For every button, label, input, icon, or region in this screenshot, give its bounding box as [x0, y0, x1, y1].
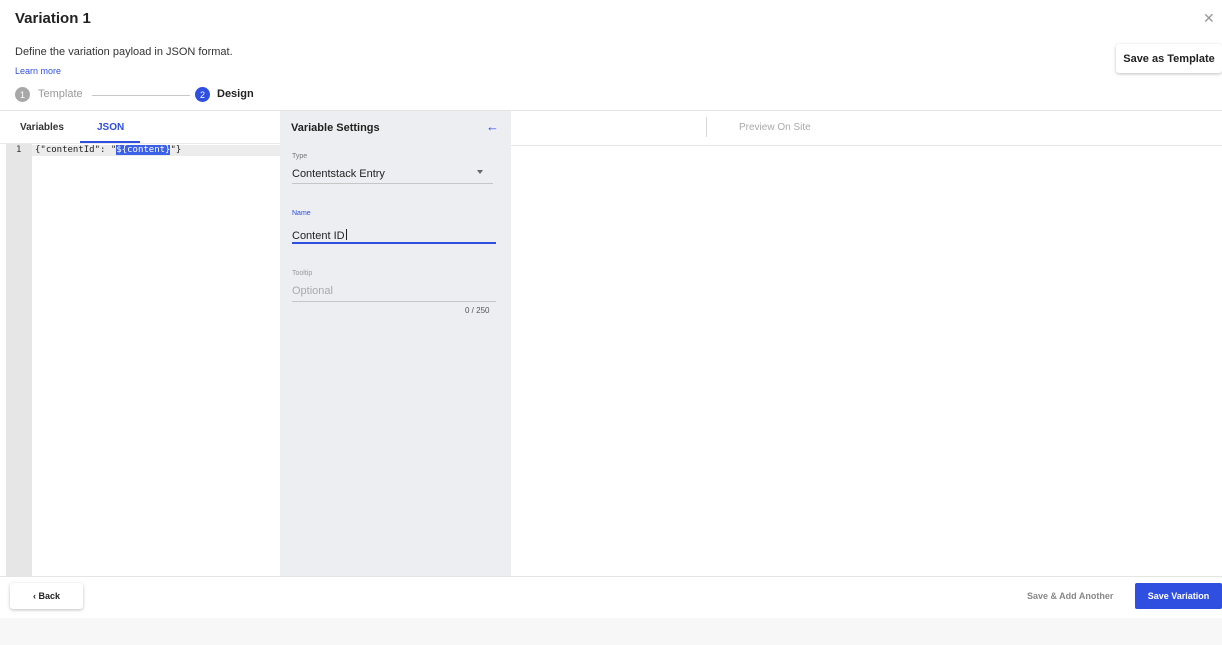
variable-settings-panel	[280, 111, 511, 576]
tabs-divider	[0, 143, 280, 144]
line-number-gutter	[6, 144, 32, 576]
name-input[interactable]: Content ID	[292, 229, 347, 242]
preview-on-site-button[interactable]: Preview On Site	[739, 122, 811, 133]
back-button[interactable]: ‹ Back	[10, 583, 83, 609]
footer-divider	[0, 576, 1222, 577]
line-number: 1	[16, 145, 22, 155]
tooltip-underline	[292, 301, 496, 302]
code-selection: ${content}	[116, 145, 171, 155]
step-2-indicator[interactable]: 2	[195, 87, 210, 102]
stepper-connector	[92, 95, 190, 96]
type-label: Type	[292, 153, 308, 160]
tooltip-input[interactable]: Optional	[292, 285, 333, 297]
tooltip-label: Tooltip	[292, 270, 313, 277]
name-input-value: Content ID	[292, 230, 345, 242]
type-select[interactable]: Contentstack Entry	[292, 168, 385, 180]
arrow-left-icon[interactable]: ←	[486, 119, 499, 134]
close-icon[interactable]: ✕	[1203, 10, 1215, 27]
preview-separator	[706, 117, 707, 137]
step-2-label[interactable]: Design	[217, 88, 254, 100]
step-1-label[interactable]: Template	[38, 88, 83, 100]
tab-json[interactable]: JSON	[97, 122, 124, 133]
modal-title: Variation 1	[15, 10, 91, 27]
code-text-before: {"contentId": "	[35, 145, 117, 155]
save-and-add-another-button[interactable]: Save & Add Another	[1027, 591, 1113, 601]
header-divider	[0, 110, 1222, 111]
code-editor-line[interactable]: {"contentId": "${content}"}	[35, 145, 181, 155]
tooltip-char-counter: 0 / 250	[465, 306, 490, 315]
tab-variables[interactable]: Variables	[20, 122, 64, 133]
modal-description: Define the variation payload in JSON for…	[15, 46, 233, 58]
text-cursor	[345, 229, 347, 240]
learn-more-link[interactable]: Learn more	[15, 66, 61, 76]
variable-settings-title: Variable Settings	[291, 122, 380, 134]
step-1-indicator[interactable]: 1	[15, 87, 30, 102]
name-label: Name	[292, 210, 311, 217]
save-as-template-button[interactable]: Save as Template	[1116, 44, 1222, 73]
preview-header-divider	[511, 145, 1222, 146]
caret-down-icon[interactable]	[477, 170, 483, 174]
code-text-after: "}	[170, 145, 182, 155]
type-underline	[292, 183, 493, 184]
name-underline-focused	[292, 242, 496, 244]
bottom-strip	[0, 618, 1222, 645]
save-variation-button[interactable]: Save Variation	[1135, 583, 1222, 609]
